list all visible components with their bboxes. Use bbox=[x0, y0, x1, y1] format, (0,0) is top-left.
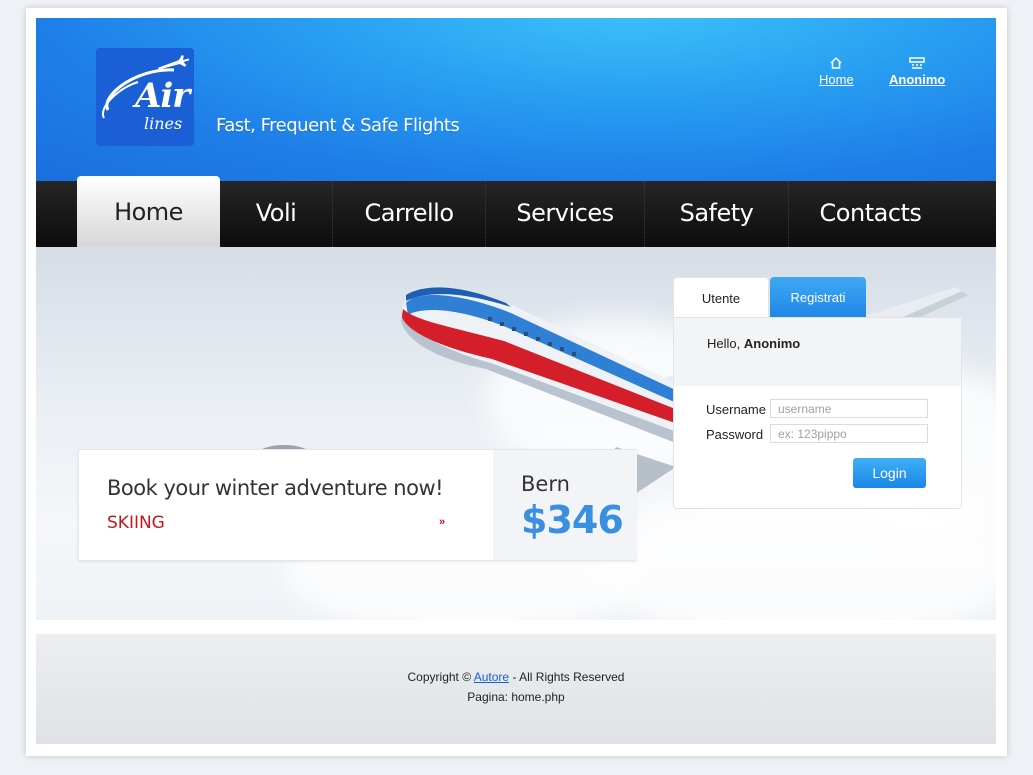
promo-arrow-icon[interactable]: » bbox=[439, 516, 445, 528]
main-nav: Home Voli Carrello Services Safety Conta… bbox=[36, 176, 996, 247]
username-input[interactable] bbox=[770, 399, 928, 418]
promo-title: Book your winter adventure now! bbox=[107, 476, 444, 500]
promo-subtitle: SKIING bbox=[107, 513, 165, 533]
tab-utente[interactable]: Utente bbox=[673, 277, 769, 318]
hello-message: Hello, Anonimo bbox=[707, 336, 800, 351]
top-user-label: Anonimo bbox=[889, 72, 946, 87]
nav-item-home[interactable]: Home bbox=[77, 176, 220, 247]
site-header: Air lines Fast, Frequent & Safe Flights … bbox=[36, 18, 996, 181]
page-label: Pagina: home.php bbox=[467, 690, 565, 704]
logo-text-lines: lines bbox=[144, 114, 183, 133]
promo-card[interactable]: Book your winter adventure now! SKIING »… bbox=[78, 449, 637, 561]
tab-registrati[interactable]: Registrati bbox=[770, 277, 866, 318]
password-input[interactable] bbox=[770, 424, 928, 443]
logo[interactable]: Air lines bbox=[96, 48, 194, 146]
hero-banner: Book your winter adventure now! SKIING »… bbox=[36, 247, 996, 620]
copyright-suffix: - All Rights Reserved bbox=[512, 670, 625, 684]
top-home-link[interactable]: Home bbox=[819, 56, 854, 87]
login-button[interactable]: Login bbox=[853, 458, 926, 488]
promo-price: $346 bbox=[521, 498, 624, 542]
house-icon bbox=[819, 56, 854, 70]
copyright-prefix: Copyright © bbox=[407, 670, 472, 684]
nav-item-contacts[interactable]: Contacts bbox=[789, 181, 952, 247]
logo-text-air: Air bbox=[135, 76, 190, 116]
hello-prefix: Hello, bbox=[707, 336, 741, 351]
copyright-line: Copyright © Autore - All Rights Reserved bbox=[36, 670, 996, 684]
nav-item-services[interactable]: Services bbox=[486, 181, 644, 247]
login-panel: Hello, Anonimo Username Password Login bbox=[673, 317, 962, 509]
password-label: Password bbox=[706, 427, 764, 442]
promo-city: Bern bbox=[521, 472, 570, 496]
top-home-label: Home bbox=[819, 72, 854, 87]
top-user-link[interactable]: Anonimo bbox=[889, 56, 945, 87]
username-label: Username bbox=[706, 402, 766, 417]
hello-username: Anonimo bbox=[743, 336, 801, 351]
promo-price-box: Bern $346 bbox=[493, 450, 637, 560]
author-link[interactable]: Autore bbox=[474, 670, 509, 684]
user-card-icon bbox=[889, 56, 945, 70]
site-tagline: Fast, Frequent & Safe Flights bbox=[216, 115, 460, 136]
site-footer: Copyright © Autore - All Rights Reserved… bbox=[36, 634, 996, 744]
hello-band: Hello, Anonimo bbox=[674, 318, 961, 386]
nav-item-voli[interactable]: Voli bbox=[220, 181, 332, 247]
nav-item-carrello[interactable]: Carrello bbox=[333, 181, 485, 247]
nav-item-safety[interactable]: Safety bbox=[645, 181, 788, 247]
